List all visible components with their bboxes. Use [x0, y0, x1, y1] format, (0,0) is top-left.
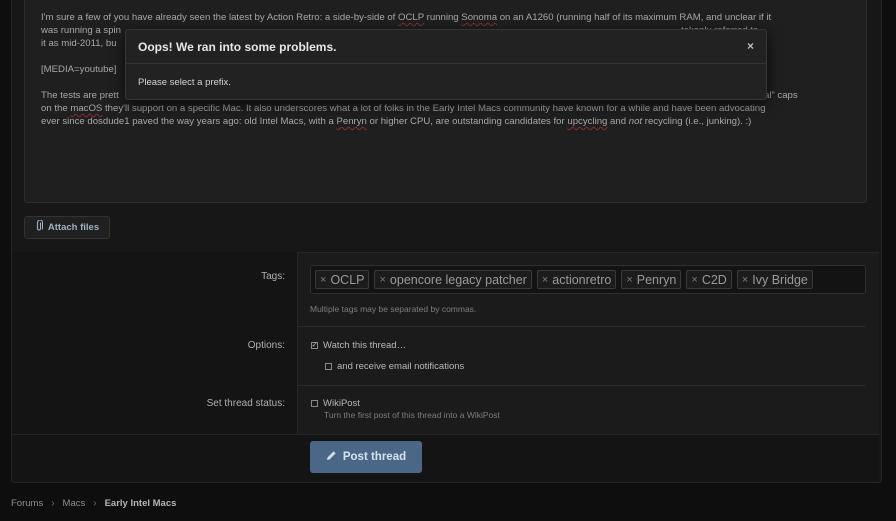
- attach-files-button[interactable]: Attach files: [24, 216, 110, 239]
- submit-row: [12, 434, 879, 482]
- chevron-right-icon: ›: [51, 498, 55, 509]
- checkbox-unchecked-icon[interactable]: [311, 400, 318, 407]
- tag-chip[interactable]: × C2D: [686, 270, 732, 289]
- email-notifications-checkbox[interactable]: and receive email notifications: [325, 361, 464, 372]
- watch-thread-label: Watch this thread…: [323, 340, 407, 351]
- thread-status-label: Set thread status:: [206, 398, 285, 409]
- breadcrumb-macs[interactable]: Macs: [63, 498, 86, 509]
- paperclip-icon: [35, 219, 43, 235]
- breadcrumb-forums[interactable]: Forums: [11, 498, 43, 509]
- remove-tag-icon[interactable]: ×: [320, 274, 326, 286]
- checkbox-checked-icon[interactable]: ✓: [311, 342, 318, 349]
- tags-label: Tags:: [261, 271, 285, 282]
- row-divider: [298, 326, 866, 327]
- row-divider: [298, 385, 866, 386]
- tags-input[interactable]: × OCLP × opencore legacy patcher × actionre…: [310, 265, 866, 294]
- post-thread-button[interactable]: Post thread: [310, 441, 422, 473]
- breadcrumb-early-intel-macs[interactable]: Early Intel Macs: [105, 498, 177, 509]
- wikipost-hint: Turn the first post of this thread into …: [324, 410, 500, 420]
- tag-chip[interactable]: × Ivy Bridge: [736, 270, 813, 289]
- remove-tag-icon[interactable]: ×: [742, 274, 748, 286]
- tag-chip[interactable]: × Penryn: [621, 270, 682, 289]
- error-message: Please select a prefix.: [138, 77, 231, 88]
- wikipost-checkbox[interactable]: WikiPost: [311, 398, 360, 409]
- watch-thread-checkbox[interactable]: ✓ Watch this thread…: [311, 340, 406, 351]
- tags-hint: Multiple tags may be separated by commas…: [310, 304, 477, 314]
- remove-tag-icon[interactable]: ×: [691, 274, 697, 286]
- wikipost-label: WikiPost: [323, 398, 360, 409]
- tag-chip[interactable]: × opencore legacy patcher: [374, 270, 532, 289]
- remove-tag-icon[interactable]: ×: [379, 274, 385, 286]
- tag-chip[interactable]: × actionretro: [536, 270, 617, 289]
- remove-tag-icon[interactable]: ×: [542, 274, 548, 286]
- pencil-icon: [326, 450, 337, 464]
- breadcrumb: Forums › Macs › Early Intel Macs: [11, 498, 176, 509]
- post-thread-label: Post thread: [342, 451, 407, 463]
- error-dialog-header: Oops! We ran into some problems. ×: [126, 30, 766, 64]
- tag-chip[interactable]: × OCLP: [315, 270, 370, 289]
- error-dialog: Oops! We ran into some problems. × Pleas…: [125, 29, 767, 100]
- error-dialog-title: Oops! We ran into some problems.: [138, 39, 337, 54]
- chevron-right-icon: ›: [93, 498, 97, 509]
- remove-tag-icon[interactable]: ×: [626, 274, 632, 286]
- close-icon[interactable]: ×: [747, 39, 754, 53]
- checkbox-unchecked-icon[interactable]: [325, 363, 332, 370]
- email-notifications-label: and receive email notifications: [337, 361, 465, 372]
- attach-files-label: Attach files: [47, 222, 100, 233]
- options-label: Options:: [247, 340, 285, 351]
